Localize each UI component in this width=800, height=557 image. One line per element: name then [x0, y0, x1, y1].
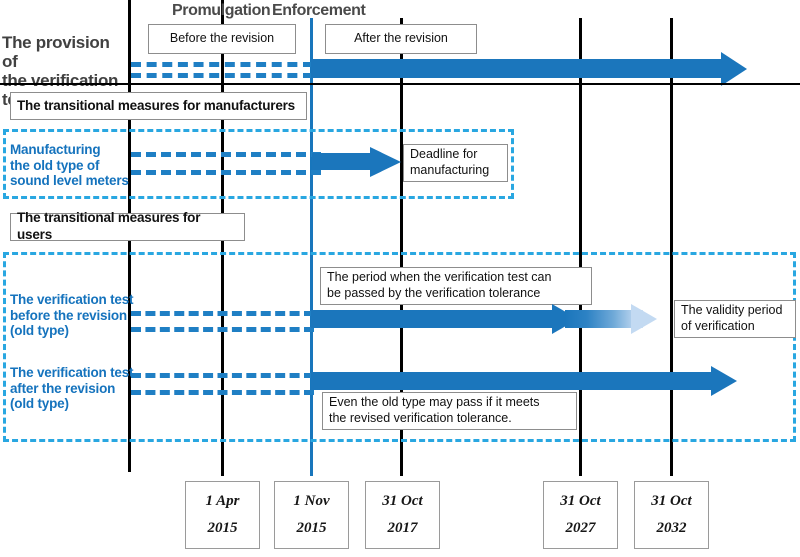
row-label-verification-after: The verification test after the revision… [10, 365, 134, 412]
tick-stub-date-2017-10-31 [400, 462, 403, 476]
date-box-2017-10-31: 31 Oct 2017 [365, 481, 440, 549]
tick-stub-date-2027-10-31 [579, 462, 582, 476]
dash-connector-provision-bottom [131, 73, 313, 78]
date-box-2015-11-01: 1 Nov 2015 [274, 481, 349, 549]
era-caption-promulgation: Promulgation [172, 2, 271, 19]
arrow-head-provision [721, 52, 747, 86]
arrow-bar-provision [311, 59, 721, 78]
dash-connector-manufacturing-bottom [131, 170, 321, 175]
section-box-transitional-manufacturers: The transitional measures for manufactur… [10, 92, 307, 120]
section-divider-provision [0, 83, 800, 85]
date-box-2027-10-31: 31 Oct 2027 [543, 481, 618, 549]
section-box-transitional-users: The transitional measures for users [10, 210, 245, 242]
date-year: 2015 [296, 520, 327, 536]
dash-connector-verif-before-bottom [131, 327, 314, 332]
date-year: 2027 [565, 520, 596, 536]
dash-connector-verif-after-top [131, 373, 314, 378]
dash-connector-manufacturing-top [131, 152, 321, 157]
date-day: 31 Oct [382, 493, 423, 509]
arrow-head-verif-before-fade [631, 304, 657, 334]
date-day: 1 Apr [205, 493, 240, 509]
tick-stub-date-2032-10-31 [670, 462, 673, 476]
date-day: 31 Oct [560, 493, 601, 509]
dash-connector-verif-after-bottom [131, 390, 314, 395]
date-year: 2032 [656, 520, 687, 536]
era-caption-enforcement: Enforcement [272, 2, 366, 19]
row-label-verification-before: The verification test before the revisio… [10, 292, 134, 339]
arrow-bar-verif-after [311, 372, 711, 390]
date-box-2032-10-31: 31 Oct 2032 [634, 481, 709, 549]
arrow-bar-verif-before-solid [311, 310, 552, 328]
date-day: 1 Nov [293, 493, 330, 509]
date-day: 31 Oct [651, 493, 692, 509]
dash-connector-provision-top [131, 62, 313, 67]
period-box-before-revision: Before the revision [148, 24, 296, 54]
date-box-2015-04-01: 1 Apr 2015 [185, 481, 260, 549]
timeline-diagram: Promulgation Enforcement The provision o… [0, 0, 800, 557]
row-label-manufacturing: Manufacturing the old type of sound leve… [10, 142, 129, 189]
callout-validity-period: The validity period of verification [674, 300, 796, 338]
callout-old-type-may-pass: Even the old type may pass if it meets t… [322, 392, 577, 430]
dash-connector-verif-before-top [131, 311, 314, 316]
date-year: 2015 [207, 520, 238, 536]
callout-verification-tolerance-period: The period when the verification test ca… [320, 267, 592, 305]
arrow-bar-manufacturing [312, 153, 370, 170]
callout-deadline-manufacturing: Deadline for manufacturing [403, 144, 508, 182]
arrow-head-manufacturing [370, 147, 401, 177]
period-box-after-revision: After the revision [325, 24, 477, 54]
date-year: 2017 [387, 520, 418, 536]
tick-stub-date-2015-04-01 [221, 462, 224, 476]
tick-stub-date-2015-11-01 [310, 462, 313, 476]
arrow-head-verif-after [711, 366, 737, 396]
